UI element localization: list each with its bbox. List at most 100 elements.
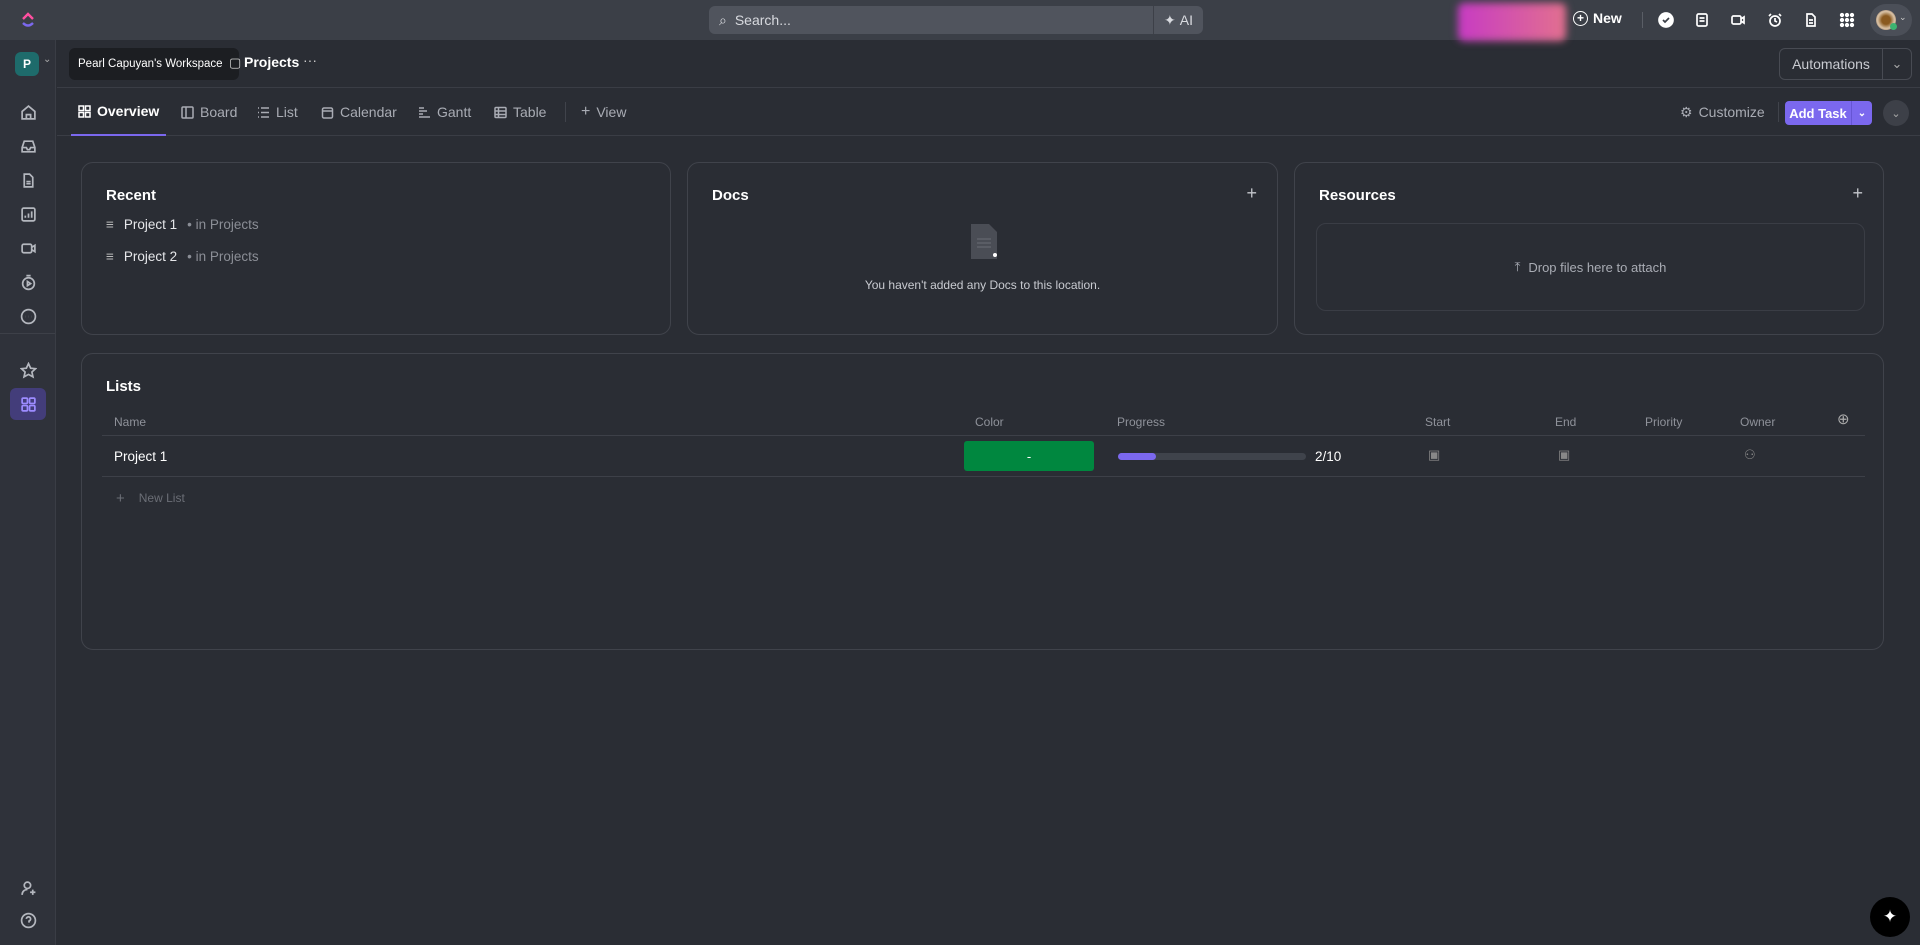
help-icon[interactable]	[14, 906, 42, 934]
lists-title: Lists	[106, 378, 142, 395]
ai-button[interactable]: ✦ AI	[1153, 6, 1203, 34]
recent-item[interactable]: ≡ Project 1 • in Projects	[106, 217, 259, 232]
workspace-avatar[interactable]: P	[15, 52, 39, 76]
docs-empty-text: You haven't added any Docs to this locat…	[864, 278, 1101, 292]
notepad-icon[interactable]	[1692, 10, 1712, 30]
list-color-swatch[interactable]: -	[964, 441, 1094, 471]
new-list-button[interactable]: + New List	[116, 491, 185, 506]
list-name[interactable]: Project 1	[114, 449, 167, 464]
blurred-upgrade-button[interactable]	[1458, 3, 1566, 41]
divider	[565, 102, 566, 122]
tab-overview[interactable]: Overview	[71, 88, 167, 136]
breadcrumb-bar: Pearl Capuyan's Workspace ▢ Projects ···…	[57, 40, 1920, 88]
view-tabs: Overview Board List Calendar Gantt Table…	[57, 88, 1920, 136]
progress-bar	[1118, 453, 1306, 460]
inbox-icon[interactable]	[14, 132, 42, 160]
breadcrumb-projects[interactable]: Projects	[244, 54, 299, 70]
more-options-icon[interactable]: ···	[303, 52, 317, 68]
dashboards-icon[interactable]	[14, 200, 42, 228]
end-date-calendar-icon[interactable]: ▣	[1558, 447, 1570, 463]
search-input[interactable]: ⌕ Search... ✦ AI	[709, 6, 1203, 34]
list-lines-icon: ≡	[106, 217, 114, 232]
column-owner: Owner	[1740, 415, 1776, 429]
plus-icon: +	[116, 490, 125, 507]
start-date-calendar-icon[interactable]: ▣	[1428, 447, 1440, 463]
tab-calendar[interactable]: Calendar	[321, 88, 397, 136]
more-icon[interactable]	[14, 302, 42, 330]
docs-card: Docs + You haven't added any Docs to thi…	[687, 162, 1278, 335]
divider	[1642, 12, 1643, 28]
plus-circle-icon: +	[1573, 10, 1588, 26]
collapse-toggle-button[interactable]: ⌄	[1883, 100, 1909, 126]
favorites-star-icon[interactable]	[14, 356, 42, 384]
tab-table[interactable]: Table	[494, 88, 546, 136]
file-drop-zone[interactable]: ⤒ Drop files here to attach	[1316, 223, 1865, 311]
add-resource-icon[interactable]: +	[1852, 183, 1863, 204]
docs-title: Docs	[712, 187, 749, 204]
new-button[interactable]: + New	[1573, 10, 1622, 26]
online-status-dot	[1890, 23, 1897, 30]
spaces-icon[interactable]	[10, 388, 46, 420]
resources-card: Resources + ⤒ Drop files here to attach	[1294, 162, 1884, 335]
apps-grid-icon[interactable]	[1837, 10, 1857, 30]
progress-fill	[1118, 453, 1156, 460]
invite-user-icon[interactable]	[14, 874, 42, 902]
resources-title: Resources	[1319, 187, 1396, 204]
add-owner-icon[interactable]: ⚇	[1744, 447, 1756, 463]
recent-card: Recent ≡ Project 1 • in Projects ≡ Project …	[81, 162, 671, 335]
timesheets-icon[interactable]	[14, 268, 42, 296]
docs-icon[interactable]	[14, 166, 42, 194]
clickup-logo[interactable]	[19, 11, 37, 29]
upload-icon: ⤒	[1514, 259, 1521, 274]
user-avatar-menu[interactable]: ⌄	[1870, 4, 1912, 36]
clips-video-icon[interactable]	[14, 234, 42, 262]
tab-board[interactable]: Board	[181, 88, 237, 136]
chevron-down-icon[interactable]: ⌄	[1882, 49, 1911, 79]
list-lines-icon: ≡	[106, 249, 114, 264]
column-end: End	[1555, 415, 1577, 429]
divider	[1778, 102, 1779, 122]
folder-icon: ▢	[229, 55, 242, 70]
column-progress: Progress	[1117, 415, 1166, 429]
overview-icon	[78, 104, 91, 118]
column-name: Name	[114, 415, 147, 429]
doc-icon[interactable]	[1801, 10, 1821, 30]
empty-doc-icon	[971, 224, 997, 259]
alarm-clock-icon[interactable]	[1765, 10, 1785, 30]
column-priority: Priority	[1645, 415, 1683, 429]
tab-list[interactable]: List	[257, 88, 298, 136]
workspace-tooltip: Pearl Capuyan's Workspace	[69, 48, 239, 80]
table-row[interactable]: Project 1 - 2/10 ▣ ▣ ⚇	[102, 436, 1865, 476]
lists-card: Lists Name Color Progress Start End Prio…	[81, 353, 1884, 650]
chevron-down-icon: ⌄	[1899, 12, 1907, 22]
recent-item[interactable]: ≡ Project 2 • in Projects	[106, 249, 259, 264]
column-start: Start	[1425, 415, 1451, 429]
customize-button[interactable]: ⚙ Customize	[1680, 88, 1765, 136]
tab-gantt[interactable]: Gantt	[418, 88, 471, 136]
add-doc-icon[interactable]: +	[1246, 183, 1257, 204]
ai-assistant-sparkle-icon[interactable]: ✦	[1870, 897, 1910, 937]
plus-icon: +	[581, 103, 591, 120]
home-icon[interactable]	[14, 98, 42, 126]
column-color: Color	[975, 415, 1004, 429]
calendar-icon	[321, 106, 334, 119]
automations-button[interactable]: Automations ⌄	[1779, 48, 1912, 80]
board-icon	[181, 105, 194, 119]
add-column-icon[interactable]: ⊕	[1837, 410, 1850, 428]
sidebar: P ⌄	[0, 40, 56, 945]
table-icon	[494, 106, 507, 118]
top-bar: ⌕ Search... ✦ AI + New ⌄	[0, 0, 1920, 41]
divider	[102, 476, 1865, 477]
list-icon	[258, 106, 269, 118]
search-icon: ⌕	[719, 11, 727, 28]
gear-icon: ⚙	[1680, 103, 1693, 120]
check-circle-icon[interactable]	[1656, 10, 1676, 30]
divider	[0, 333, 55, 334]
progress-text: 2/10	[1315, 449, 1342, 464]
add-view-button[interactable]: + View	[581, 88, 626, 136]
gantt-icon	[419, 106, 430, 118]
video-icon[interactable]	[1728, 10, 1748, 30]
add-task-button[interactable]: Add Task ⌄	[1785, 101, 1872, 125]
chevron-down-icon[interactable]: ⌄	[1851, 101, 1872, 125]
chevron-down-icon[interactable]: ⌄	[43, 54, 51, 65]
